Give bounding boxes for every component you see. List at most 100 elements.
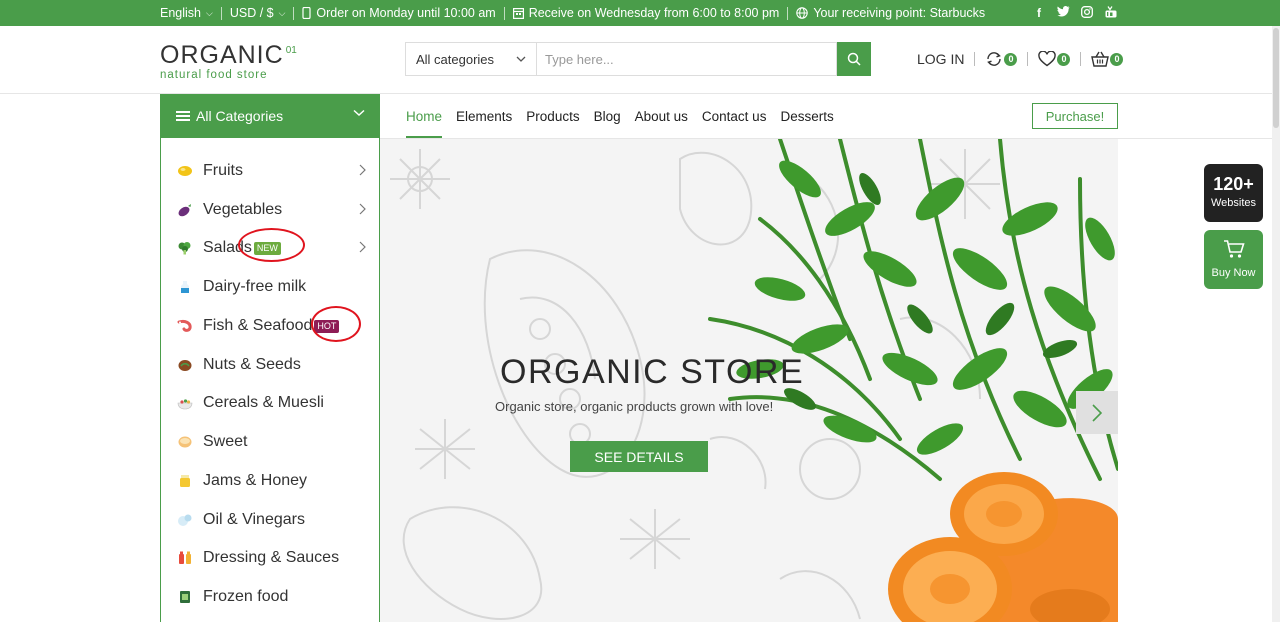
youtube-icon[interactable] [1105,5,1117,21]
logo-suffix: 01 [285,45,297,56]
broccoli-icon [176,241,194,255]
buy-now-label: Buy Now [1211,267,1256,279]
sidebar-item-label: Cereals & Muesli [203,394,324,411]
sidebar-item-label: Sweet [203,433,248,450]
see-details-button[interactable]: SEE DETAILS [570,441,708,472]
sidebar-item-frozen-food[interactable]: Frozen food [176,585,366,609]
oil-bottle-icon [176,513,194,527]
hero-title: ORGANIC STORE [500,353,805,391]
sidebar-item-oil-vinegars[interactable]: Oil & Vinegars [176,508,366,532]
milk-bottle-icon [176,280,194,294]
cart-count: 0 [1110,52,1124,66]
hero-subtitle: Organic store, organic products grown wi… [495,399,774,414]
cookie-icon [176,435,194,449]
cereal-bowl-icon [176,396,194,410]
sidebar-item-vegetables[interactable]: Vegetables [176,198,366,222]
header-actions: LOG IN 0 0 0 [917,48,1124,70]
search-category-select[interactable]: All categories [405,42,536,76]
chevron-right-icon [359,164,366,176]
nav-blog[interactable]: Blog [594,94,621,138]
sidebar-item-cereals-muesli[interactable]: Cereals & Muesli [176,391,366,415]
sidebar-item-label: Jams & Honey [203,472,308,489]
receiving-point[interactable]: Your receiving point: Starbucks [796,6,985,20]
site-logo[interactable]: ORGANIC 01 natural food store [160,38,297,81]
login-link[interactable]: LOG IN [917,51,964,67]
scrollbar-thumb[interactable] [1273,28,1279,128]
language-label: English [160,6,201,20]
main-nav: Home Elements Products Blog About us Con… [406,94,834,138]
search-input[interactable] [536,42,837,76]
frozen-box-icon [176,590,194,604]
page: English ⌵ USD / $ ⌵ Order on Monday unti… [0,0,1280,622]
compare-button[interactable]: 0 [985,51,1018,67]
chevron-down-icon [516,56,526,62]
nav-contact-us[interactable]: Contact us [702,94,767,138]
sidebar-item-label: Frozen food [203,588,289,605]
search-icon [847,52,861,66]
search-button[interactable] [837,42,871,76]
sidebar-item-sweet[interactable]: Sweet [176,430,366,454]
calendar-icon [512,8,524,19]
search-bar: All categories [405,42,871,76]
nav-about-us[interactable]: About us [635,94,688,138]
shrimp-icon [176,319,194,333]
chevron-down-icon: ⌵ [206,7,213,18]
basket-icon [1091,51,1110,67]
nav-desserts[interactable]: Desserts [780,94,833,138]
twitter-icon[interactable] [1057,6,1070,20]
sidebar-item-label: Nuts & Seeds [203,356,301,373]
purchase-button[interactable]: Purchase! [1032,103,1118,129]
chevron-down-icon: ⌵ [278,7,286,18]
logo-brand: ORGANIC [160,41,284,69]
websites-badge[interactable]: 120+ Websites [1204,164,1263,222]
nav-elements[interactable]: Elements [456,94,512,138]
facebook-icon[interactable]: f [1033,6,1045,20]
instagram-icon[interactable] [1081,5,1093,21]
currency-selector[interactable]: USD / $ ⌵ [230,6,286,20]
language-selector[interactable]: English ⌵ [160,6,213,20]
logo-tagline: natural food store [160,69,268,81]
hero-slider: ORGANIC STORE Organic store, organic pro… [380,139,1118,622]
sidebar-item-label: Fruits [203,162,243,179]
chevron-right-icon [359,203,366,215]
top-bar: English ⌵ USD / $ ⌵ Order on Monday unti… [0,0,1280,26]
slider-next-button[interactable] [1076,391,1118,434]
sidebar-item-nuts-seeds[interactable]: Nuts & Seeds [176,353,366,377]
chevron-right-icon [1092,403,1102,422]
sidebar-item-dressing-sauces[interactable]: Dressing & Sauces [176,546,366,570]
sidebar-item-label: Vegetables [203,201,283,218]
wishlist-button[interactable]: 0 [1038,51,1071,67]
sauce-bottle-icon [176,551,194,565]
websites-count: 120+ [1213,174,1254,194]
sidebar-item-dairy-free-milk[interactable]: Dairy-free milk [176,275,366,299]
eggplant-icon [176,203,194,217]
page-scrollbar[interactable] [1272,26,1280,622]
menu-icon [176,109,190,123]
order-info-text: Order on Monday until 10:00 am [316,6,496,20]
all-categories-toggle[interactable]: All Categories [160,94,380,138]
nut-icon [176,358,194,372]
site-header: ORGANIC 01 natural food store All categor… [0,26,1280,94]
honey-jar-icon [176,474,194,488]
nav-products[interactable]: Products [526,94,579,138]
order-info: Order on Monday until 10:00 am [302,6,496,20]
category-sidebar: Fruits Vegetables Salads NEW Dairy-free … [160,138,380,622]
buy-now-button[interactable]: Buy Now [1204,230,1263,289]
receive-info-text: Receive on Wednesday from 6:00 to 8:00 p… [528,6,780,20]
receiving-point-text: Your receiving point: Starbucks [813,6,986,20]
sidebar-item-fruits[interactable]: Fruits [176,159,366,183]
lemon-icon [176,164,194,178]
compare-count: 0 [1004,52,1018,66]
social-links: f [1033,0,1117,26]
nav-home[interactable]: Home [406,94,443,138]
phone-icon [302,7,312,19]
websites-label: Websites [1210,197,1257,209]
annotation-circle-new [238,228,305,262]
all-categories-label: All Categories [196,108,284,124]
sidebar-item-label: Oil & Vinegars [203,511,305,528]
sidebar-item-jams-honey[interactable]: Jams & Honey [176,469,366,493]
cart-icon [1223,240,1245,258]
cart-button[interactable]: 0 [1091,51,1124,67]
sidebar-item-label: Dairy-free milk [203,278,307,295]
wishlist-count: 0 [1057,52,1071,66]
